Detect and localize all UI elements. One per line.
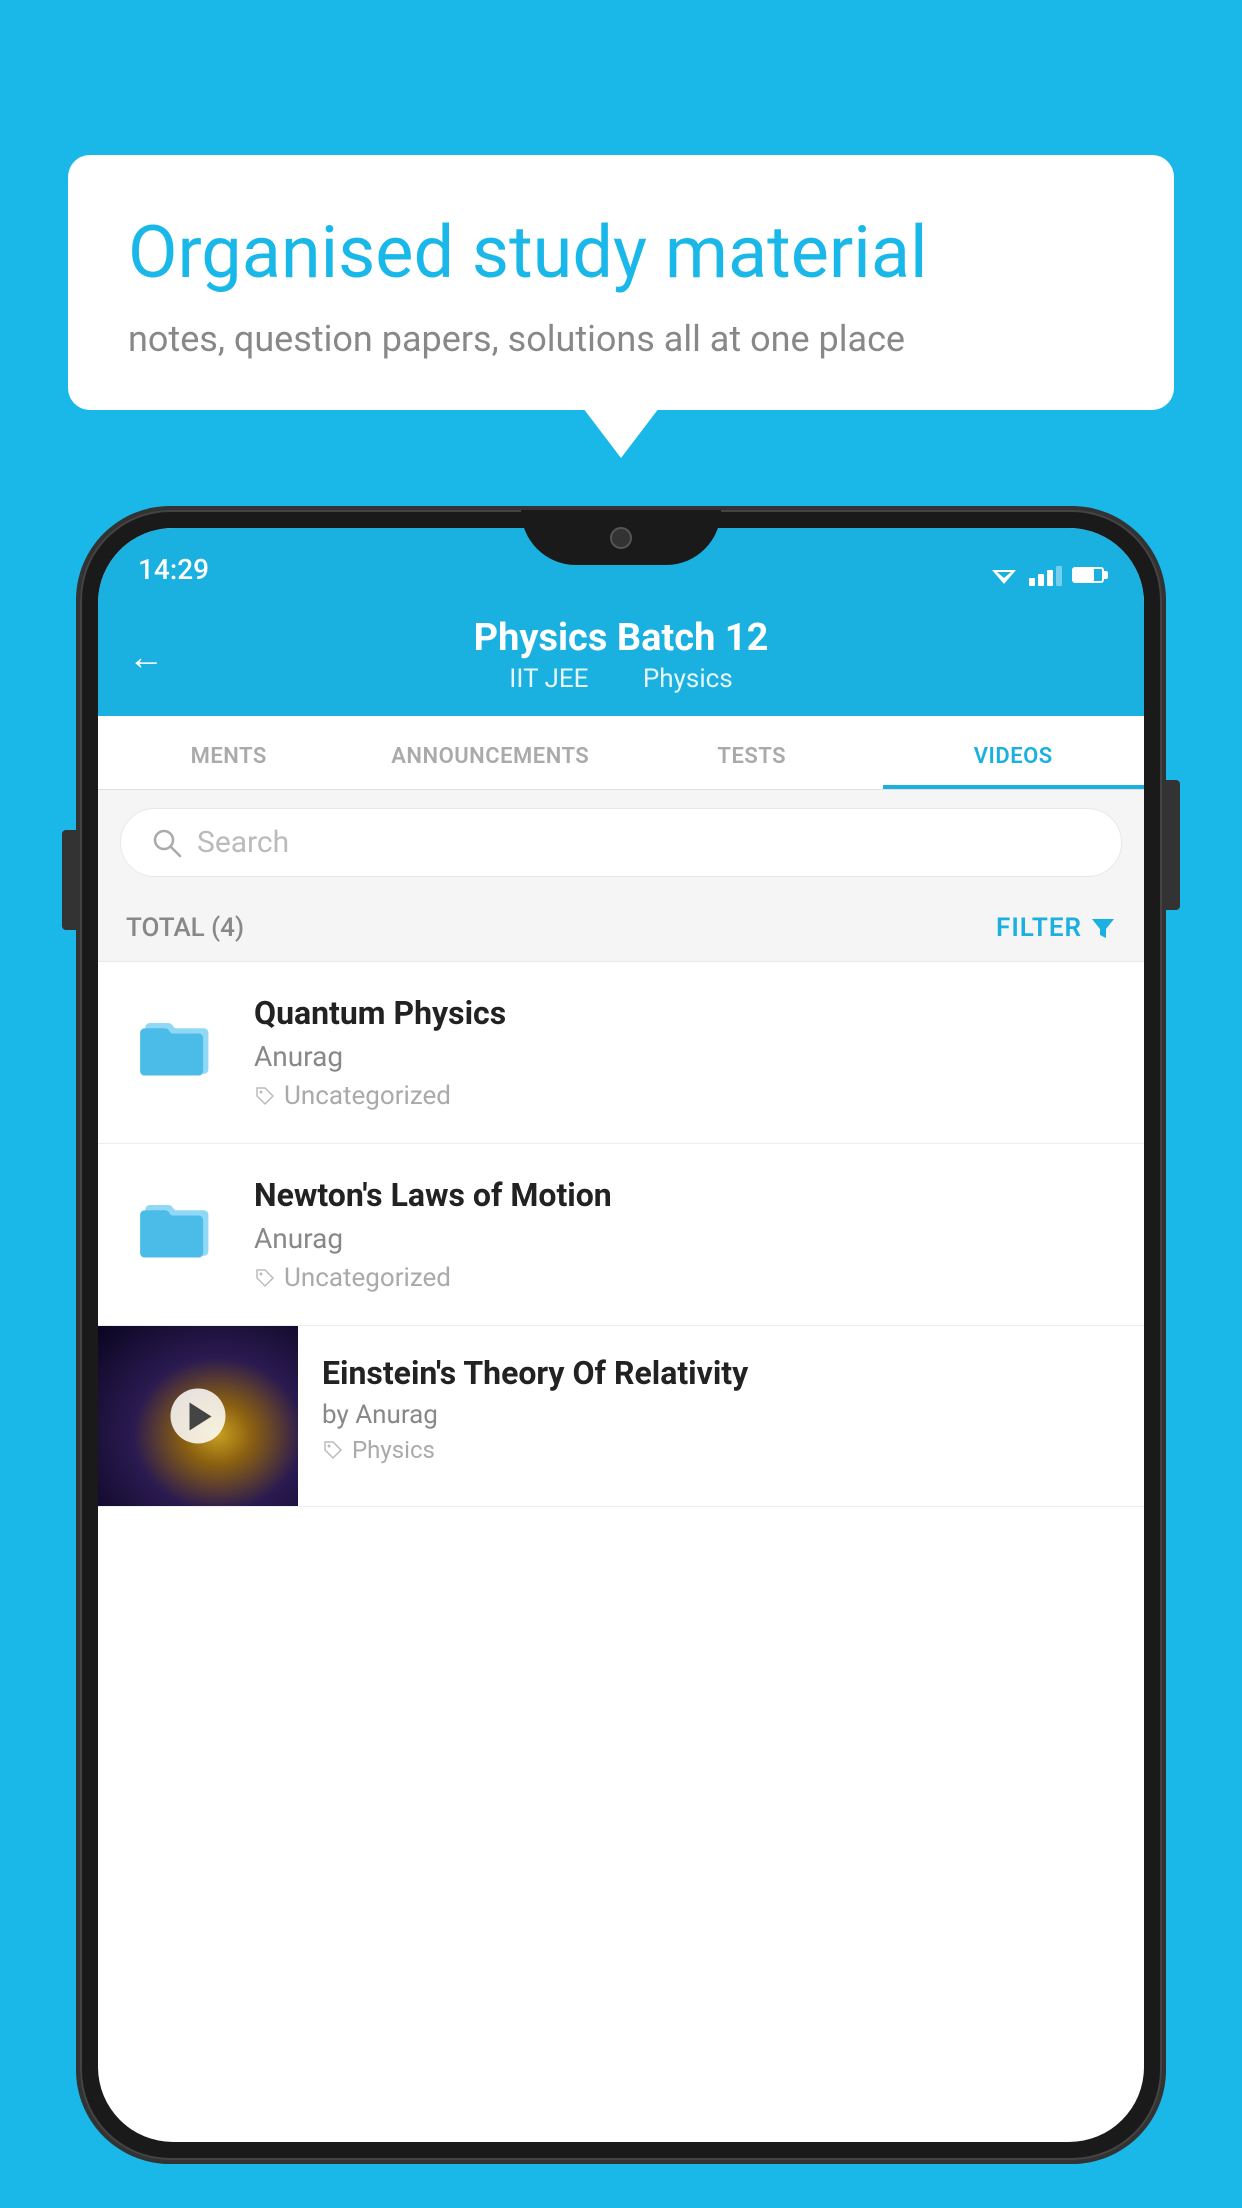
search-icon (151, 827, 183, 859)
search-bar-container: Search (98, 790, 1144, 895)
item-info-2: Newton's Laws of Motion Anurag Uncategor… (254, 1176, 1116, 1293)
item-tag-2: Uncategorized (254, 1263, 1116, 1293)
speech-bubble-container: Organised study material notes, question… (68, 155, 1174, 410)
search-placeholder: Search (197, 825, 289, 860)
tag-icon-1 (254, 1085, 276, 1107)
back-button[interactable]: ← (128, 636, 164, 678)
item-info-1: Quantum Physics Anurag Uncategorized (254, 994, 1116, 1111)
camera (610, 527, 632, 549)
folder-icon-1 (126, 994, 226, 1094)
filter-funnel-icon (1090, 915, 1116, 941)
video-thumbnail-3 (98, 1326, 298, 1506)
bubble-subtitle: notes, question papers, solutions all at… (128, 318, 1114, 360)
status-icons (989, 564, 1104, 586)
phone-screen: 14:29 (98, 528, 1144, 2142)
bubble-title: Organised study material (128, 210, 1114, 296)
header-subtitle-physics: Physics (643, 664, 733, 694)
filter-label: FILTER (996, 913, 1082, 943)
item-title-3: Einstein's Theory Of Relativity (322, 1354, 1120, 1392)
tab-tests[interactable]: TESTS (621, 716, 883, 789)
item-tag-label-3: Physics (352, 1436, 435, 1464)
total-count: TOTAL (4) (126, 913, 244, 943)
header-subtitle: IIT JEE Physics (128, 664, 1114, 694)
wifi-icon (989, 564, 1019, 586)
item-tag-1: Uncategorized (254, 1081, 1116, 1111)
tab-announcements[interactable]: ANNOUNCEMENTS (360, 716, 622, 789)
item-tag-3: Physics (322, 1436, 1120, 1464)
tab-videos[interactable]: VIDEOS (883, 716, 1145, 789)
filter-bar: TOTAL (4) FILTER (98, 895, 1144, 962)
item-tag-label-1: Uncategorized (284, 1081, 451, 1111)
play-button-3[interactable] (171, 1389, 226, 1444)
item-tag-label-2: Uncategorized (284, 1263, 451, 1293)
app-header: ← Physics Batch 12 IIT JEE Physics (98, 598, 1144, 716)
header-title: Physics Batch 12 (128, 616, 1114, 660)
folder-icon-2 (126, 1176, 226, 1276)
search-bar[interactable]: Search (120, 808, 1122, 877)
phone-wrapper: 14:29 (80, 510, 1162, 2160)
tag-icon-3 (322, 1439, 344, 1461)
item-info-3: Einstein's Theory Of Relativity by Anura… (298, 1326, 1144, 1492)
tab-bar: MENTS ANNOUNCEMENTS TESTS VIDEOS (98, 716, 1144, 790)
speech-bubble: Organised study material notes, question… (68, 155, 1174, 410)
filter-button[interactable]: FILTER (996, 913, 1116, 943)
item-author-1: Anurag (254, 1040, 1116, 1073)
list-item-2[interactable]: Newton's Laws of Motion Anurag Uncategor… (98, 1144, 1144, 1326)
battery-icon (1072, 567, 1104, 583)
phone-notch (521, 510, 721, 565)
item-author-3: by Anurag (322, 1400, 1120, 1430)
status-time: 14:29 (138, 553, 209, 586)
header-subtitle-iitjee: IIT JEE (509, 664, 588, 694)
play-triangle-3 (189, 1402, 211, 1430)
item-title-2: Newton's Laws of Motion (254, 1176, 1116, 1214)
item-author-2: Anurag (254, 1222, 1116, 1255)
signal-icon (1029, 564, 1062, 586)
list-item-3[interactable]: Einstein's Theory Of Relativity by Anura… (98, 1326, 1144, 1507)
item-title-1: Quantum Physics (254, 994, 1116, 1032)
tag-icon-2 (254, 1267, 276, 1289)
phone-outer: 14:29 (80, 510, 1162, 2160)
list-item[interactable]: Quantum Physics Anurag Uncategorized (98, 962, 1144, 1144)
video-list: Quantum Physics Anurag Uncategorized (98, 962, 1144, 1507)
tab-ments[interactable]: MENTS (98, 716, 360, 789)
